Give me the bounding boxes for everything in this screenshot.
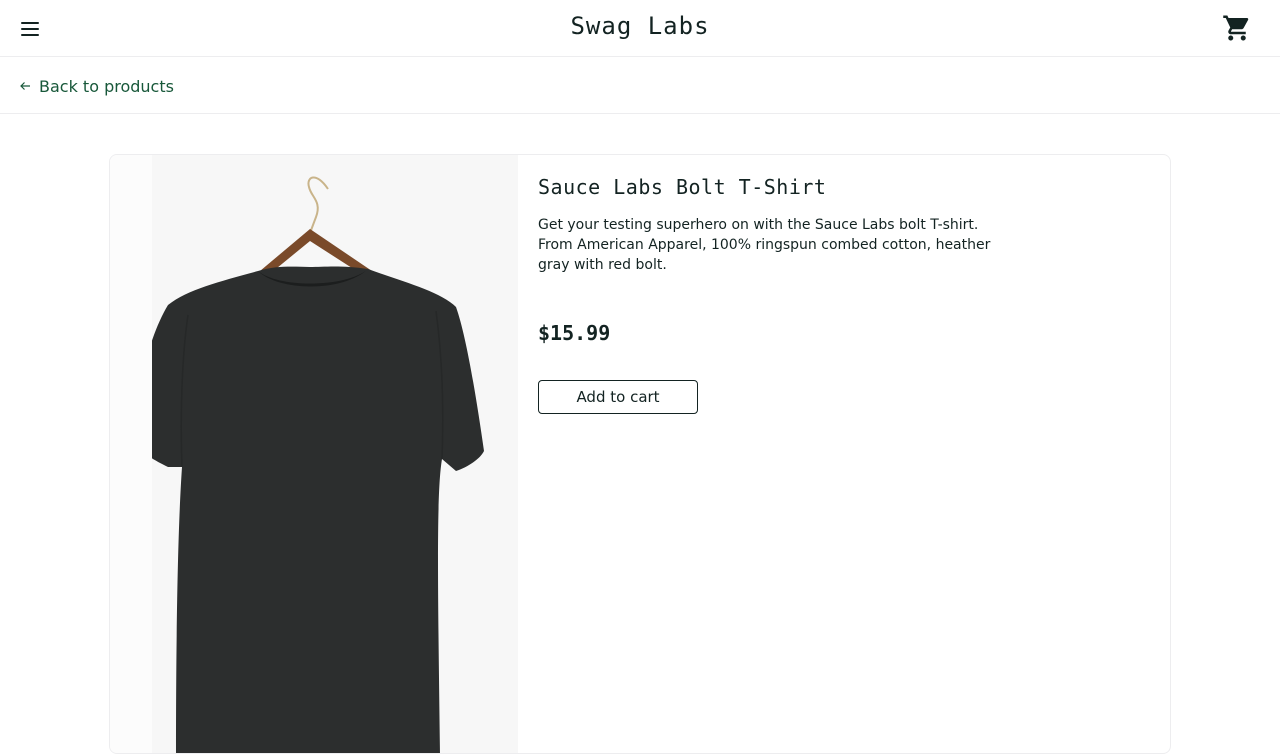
hamburger-menu-icon-bar (21, 28, 39, 30)
tshirt-image (132, 176, 484, 753)
secondary-header: Back to products (0, 57, 1280, 114)
shopping-cart-link[interactable] (1222, 13, 1252, 43)
product-price: $15.99 (538, 321, 611, 345)
product-name: Sauce Labs Bolt T-Shirt (538, 175, 827, 199)
hamburger-menu-icon (21, 22, 39, 24)
product-info: Sauce Labs Bolt T-Shirt Get your testing… (538, 155, 1158, 753)
primary-header: Swag Labs (0, 0, 1280, 57)
arrow-left-icon (20, 82, 30, 90)
shopping-cart-icon (1223, 15, 1249, 41)
menu-button[interactable] (19, 19, 41, 39)
add-to-cart-button[interactable]: Add to cart (538, 380, 698, 414)
app-logo: Swag Labs (570, 12, 710, 40)
product-detail-card: Sauce Labs Bolt T-Shirt Get your testing… (109, 154, 1171, 754)
product-description: Get your testing superhero on with the S… (538, 217, 991, 273)
product-image (110, 155, 518, 753)
back-to-products-button[interactable]: Back to products (19, 74, 174, 98)
hamburger-menu-icon-bar (21, 34, 39, 36)
back-to-products-label: Back to products (39, 76, 174, 96)
image-edge (110, 155, 152, 753)
